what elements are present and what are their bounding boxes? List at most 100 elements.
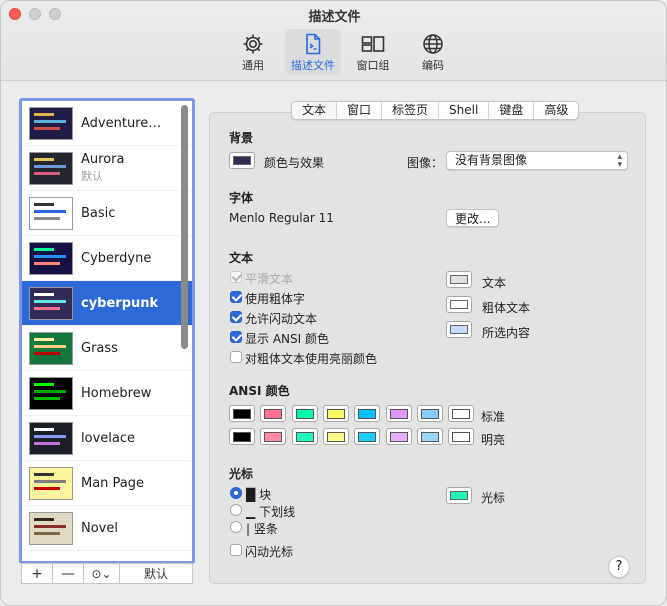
ansi-bright-color-well[interactable] (229, 428, 255, 445)
ansi-bright-color-well[interactable] (385, 428, 412, 445)
toolbar-profiles[interactable]: 描述文件 (285, 29, 341, 75)
smooth-text-label: 平滑文本 (245, 272, 294, 286)
background-section-title: 背景 (229, 131, 254, 145)
underline-cursor-icon: ▁ (246, 505, 256, 519)
blinking-text-checkbox[interactable] (230, 311, 242, 323)
profile-item[interactable]: AdventureTi... (22, 101, 192, 146)
background-image-value: 没有背景图像 (455, 153, 528, 167)
profile-item[interactable]: cyberpunk (22, 281, 192, 326)
ansi-normal-color-well[interactable] (416, 405, 443, 422)
ansi-color-fill (389, 408, 408, 419)
profile-text: cyberpunk (81, 296, 167, 311)
smooth-text-checkbox[interactable] (230, 271, 242, 283)
tab-window[interactable]: 窗口 (337, 102, 383, 119)
profile-thumbnail-line (34, 157, 54, 161)
text-color-well[interactable] (446, 271, 472, 288)
bold-fonts-checkbox[interactable] (230, 291, 242, 303)
profile-item[interactable]: lovelace (22, 416, 192, 461)
ansi-bright-color-well[interactable] (322, 428, 349, 445)
profile-thumbnail (29, 466, 73, 500)
ansi-normal-color-well[interactable] (260, 405, 287, 422)
ansi-normal-color-well[interactable] (291, 405, 318, 422)
cursor-section-title: 光标 (229, 467, 254, 481)
help-button[interactable]: ? (608, 556, 630, 578)
profile-item[interactable]: Novel (22, 506, 192, 551)
profile-thumbnail-line (34, 164, 66, 168)
toolbar-encodings[interactable]: 编码 (405, 29, 461, 75)
ansi-normal-color-well[interactable] (229, 405, 255, 422)
font-value: Menlo Regular 11 (229, 211, 334, 225)
toolbar-window-groups[interactable]: 窗口组 (345, 29, 401, 75)
profile-name: Homebrew (81, 385, 152, 401)
toolbar-encodings-label: 编码 (422, 59, 444, 72)
selection-color-well[interactable] (446, 321, 472, 338)
profile-text: Homebrew (81, 386, 167, 401)
text-section-title: 文本 (229, 251, 254, 265)
profile-thumbnail-line (34, 517, 54, 521)
profile-text: Man Page (81, 476, 167, 491)
titlebar: 描述文件 通用 描述文件 窗口组 编码 (1, 1, 666, 81)
profile-item[interactable]: Basic (22, 191, 192, 236)
ansi-bright-color-well[interactable] (291, 428, 318, 445)
profile-text: Cyberdyne (81, 251, 167, 266)
profile-name: Basic (81, 205, 116, 221)
cursor-bar-radio[interactable] (230, 521, 242, 533)
profile-item[interactable]: Aurora 默认 (22, 146, 192, 191)
ansi-colors-checkbox[interactable] (230, 331, 242, 343)
tab-shell[interactable]: Shell (439, 102, 490, 119)
cursor-color-well[interactable] (446, 487, 472, 504)
ansi-bright-color-well[interactable] (416, 428, 443, 445)
profile-thumbnail (29, 511, 73, 545)
tab-keyboard[interactable]: 键盘 (489, 102, 535, 119)
background-color-label: 颜色与效果 (264, 156, 325, 170)
ansi-normal-color-well[interactable] (322, 405, 349, 422)
profile-name: Aurora (81, 152, 125, 167)
background-color-well[interactable] (229, 152, 255, 169)
profiles-scrollbar[interactable] (181, 105, 188, 349)
ansi-normal-color-well[interactable] (354, 405, 381, 422)
profile-name: Man Page (81, 475, 145, 491)
ansi-color-fill (358, 408, 377, 419)
profile-thumbnail-line (34, 427, 54, 431)
profiles-list[interactable]: AdventureTi... Aurora 默认 Basic Cyberdyne cybe… (19, 98, 195, 564)
add-profile-button[interactable]: + (22, 564, 53, 583)
settings-tabs: 文本 窗口 标签页 Shell 键盘 高级 (291, 101, 580, 120)
profile-name: cyberpunk (81, 295, 159, 311)
ansi-bright-color-well[interactable] (354, 428, 381, 445)
blink-cursor-checkbox[interactable] (230, 544, 242, 556)
more-actions-button[interactable]: ⊙⌄ (84, 564, 120, 583)
ansi-bright-color-well[interactable] (448, 428, 475, 445)
profile-thumbnail-line (34, 292, 54, 296)
tab-tabs[interactable]: 标签页 (382, 102, 440, 119)
ansi-color-fill (420, 408, 439, 419)
profile-thumbnail (29, 196, 73, 230)
ansi-normal-color-well[interactable] (385, 405, 412, 422)
selection-color-fill (450, 325, 468, 334)
profile-thumbnail-line (34, 216, 60, 220)
ansi-normal-color-well[interactable] (448, 405, 475, 422)
toolbar-general[interactable]: 通用 (225, 29, 281, 75)
bright-bold-checkbox[interactable] (230, 351, 242, 363)
profile-thumbnail (29, 151, 73, 185)
profile-item[interactable]: Grass (22, 326, 192, 371)
profile-thumbnail (29, 106, 73, 140)
window-title: 描述文件 (308, 10, 361, 25)
ansi-bright-color-well[interactable] (260, 428, 287, 445)
profile-thumbnail-line (34, 396, 60, 400)
profile-item[interactable]: Man Page (22, 461, 192, 506)
bold-text-color-well[interactable] (446, 296, 472, 313)
tab-advanced[interactable]: 高级 (534, 102, 578, 119)
cursor-underline-radio[interactable] (230, 504, 242, 516)
remove-profile-button[interactable]: — (53, 564, 84, 583)
change-font-button[interactable]: 更改... (446, 209, 500, 227)
cursor-block-radio[interactable] (230, 487, 242, 499)
profile-thumbnail-line (34, 441, 60, 445)
profile-item[interactable]: Homebrew (22, 371, 192, 416)
background-image-select[interactable]: 没有背景图像 ▴ ▾ (446, 151, 628, 170)
set-default-button[interactable]: 默认 (120, 564, 192, 583)
gear-icon (243, 34, 263, 54)
profile-name: lovelace (81, 430, 135, 446)
profile-thumbnail-line (34, 119, 66, 123)
tab-text[interactable]: 文本 (292, 102, 338, 119)
profile-item[interactable]: Cyberdyne (22, 236, 192, 281)
